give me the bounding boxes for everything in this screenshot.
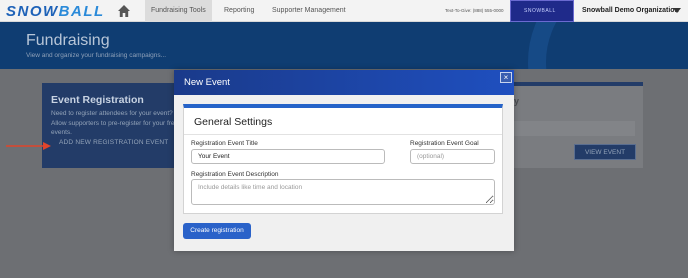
divider bbox=[184, 134, 502, 135]
event-description-label: Registration Event Description bbox=[191, 171, 279, 178]
page-title: Fundraising bbox=[26, 32, 110, 49]
general-settings-panel: General Settings Registration Event Titl… bbox=[183, 104, 503, 214]
card-description: Need to register attendees for your even… bbox=[51, 110, 179, 136]
modal-header: New Event × bbox=[174, 70, 514, 95]
view-event-button[interactable]: VIEW EVENT bbox=[574, 144, 636, 160]
page-subtitle: View and organize your fundraising campa… bbox=[26, 52, 167, 59]
brand-banner: SNOWBALL bbox=[510, 0, 574, 22]
home-icon[interactable] bbox=[117, 4, 131, 18]
event-goal-input[interactable] bbox=[410, 149, 495, 164]
text-to-give-number: Text-To-Give: (888) 555-0000 bbox=[445, 8, 504, 13]
create-registration-button[interactable]: Create registration bbox=[183, 223, 251, 239]
modal-title: New Event bbox=[184, 77, 230, 88]
event-goal-label: Registration Event Goal bbox=[410, 140, 479, 147]
chevron-down-icon[interactable] bbox=[673, 8, 681, 13]
new-event-modal: New Event × General Settings Registratio… bbox=[174, 70, 514, 251]
decorative-curve bbox=[528, 22, 688, 69]
right-card: y VIEW EVENT bbox=[510, 82, 643, 168]
nav-fundraising-tools[interactable]: Fundraising Tools bbox=[145, 0, 212, 22]
card-title: Event Registration bbox=[51, 94, 144, 106]
card-title: y bbox=[514, 96, 520, 106]
top-navbar: SNOWBALL Fundraising Tools Reporting Sup… bbox=[0, 0, 688, 22]
close-icon[interactable]: × bbox=[500, 72, 512, 83]
page-header: Fundraising View and organize your fundr… bbox=[0, 22, 688, 69]
event-description-textarea[interactable] bbox=[191, 179, 495, 205]
section-title: General Settings bbox=[194, 116, 273, 128]
organization-name[interactable]: Snowball Demo Organization bbox=[582, 0, 679, 22]
event-title-input[interactable] bbox=[191, 149, 385, 164]
nav-supporter-management[interactable]: Supporter Management bbox=[266, 0, 352, 22]
brand-banner-label: SNOWBALL bbox=[524, 8, 556, 14]
nav-reporting[interactable]: Reporting bbox=[218, 0, 260, 22]
add-new-registration-event-link[interactable]: ADD NEW REGISTRATION EVENT bbox=[59, 139, 168, 146]
event-registration-card: Event Registration Need to register atte… bbox=[42, 83, 187, 168]
snowball-logo[interactable]: SNOWBALL bbox=[6, 3, 105, 20]
card-divider-bar bbox=[510, 121, 635, 136]
event-title-label: Registration Event Title bbox=[191, 140, 258, 147]
pointer-arrow-icon bbox=[6, 142, 51, 150]
